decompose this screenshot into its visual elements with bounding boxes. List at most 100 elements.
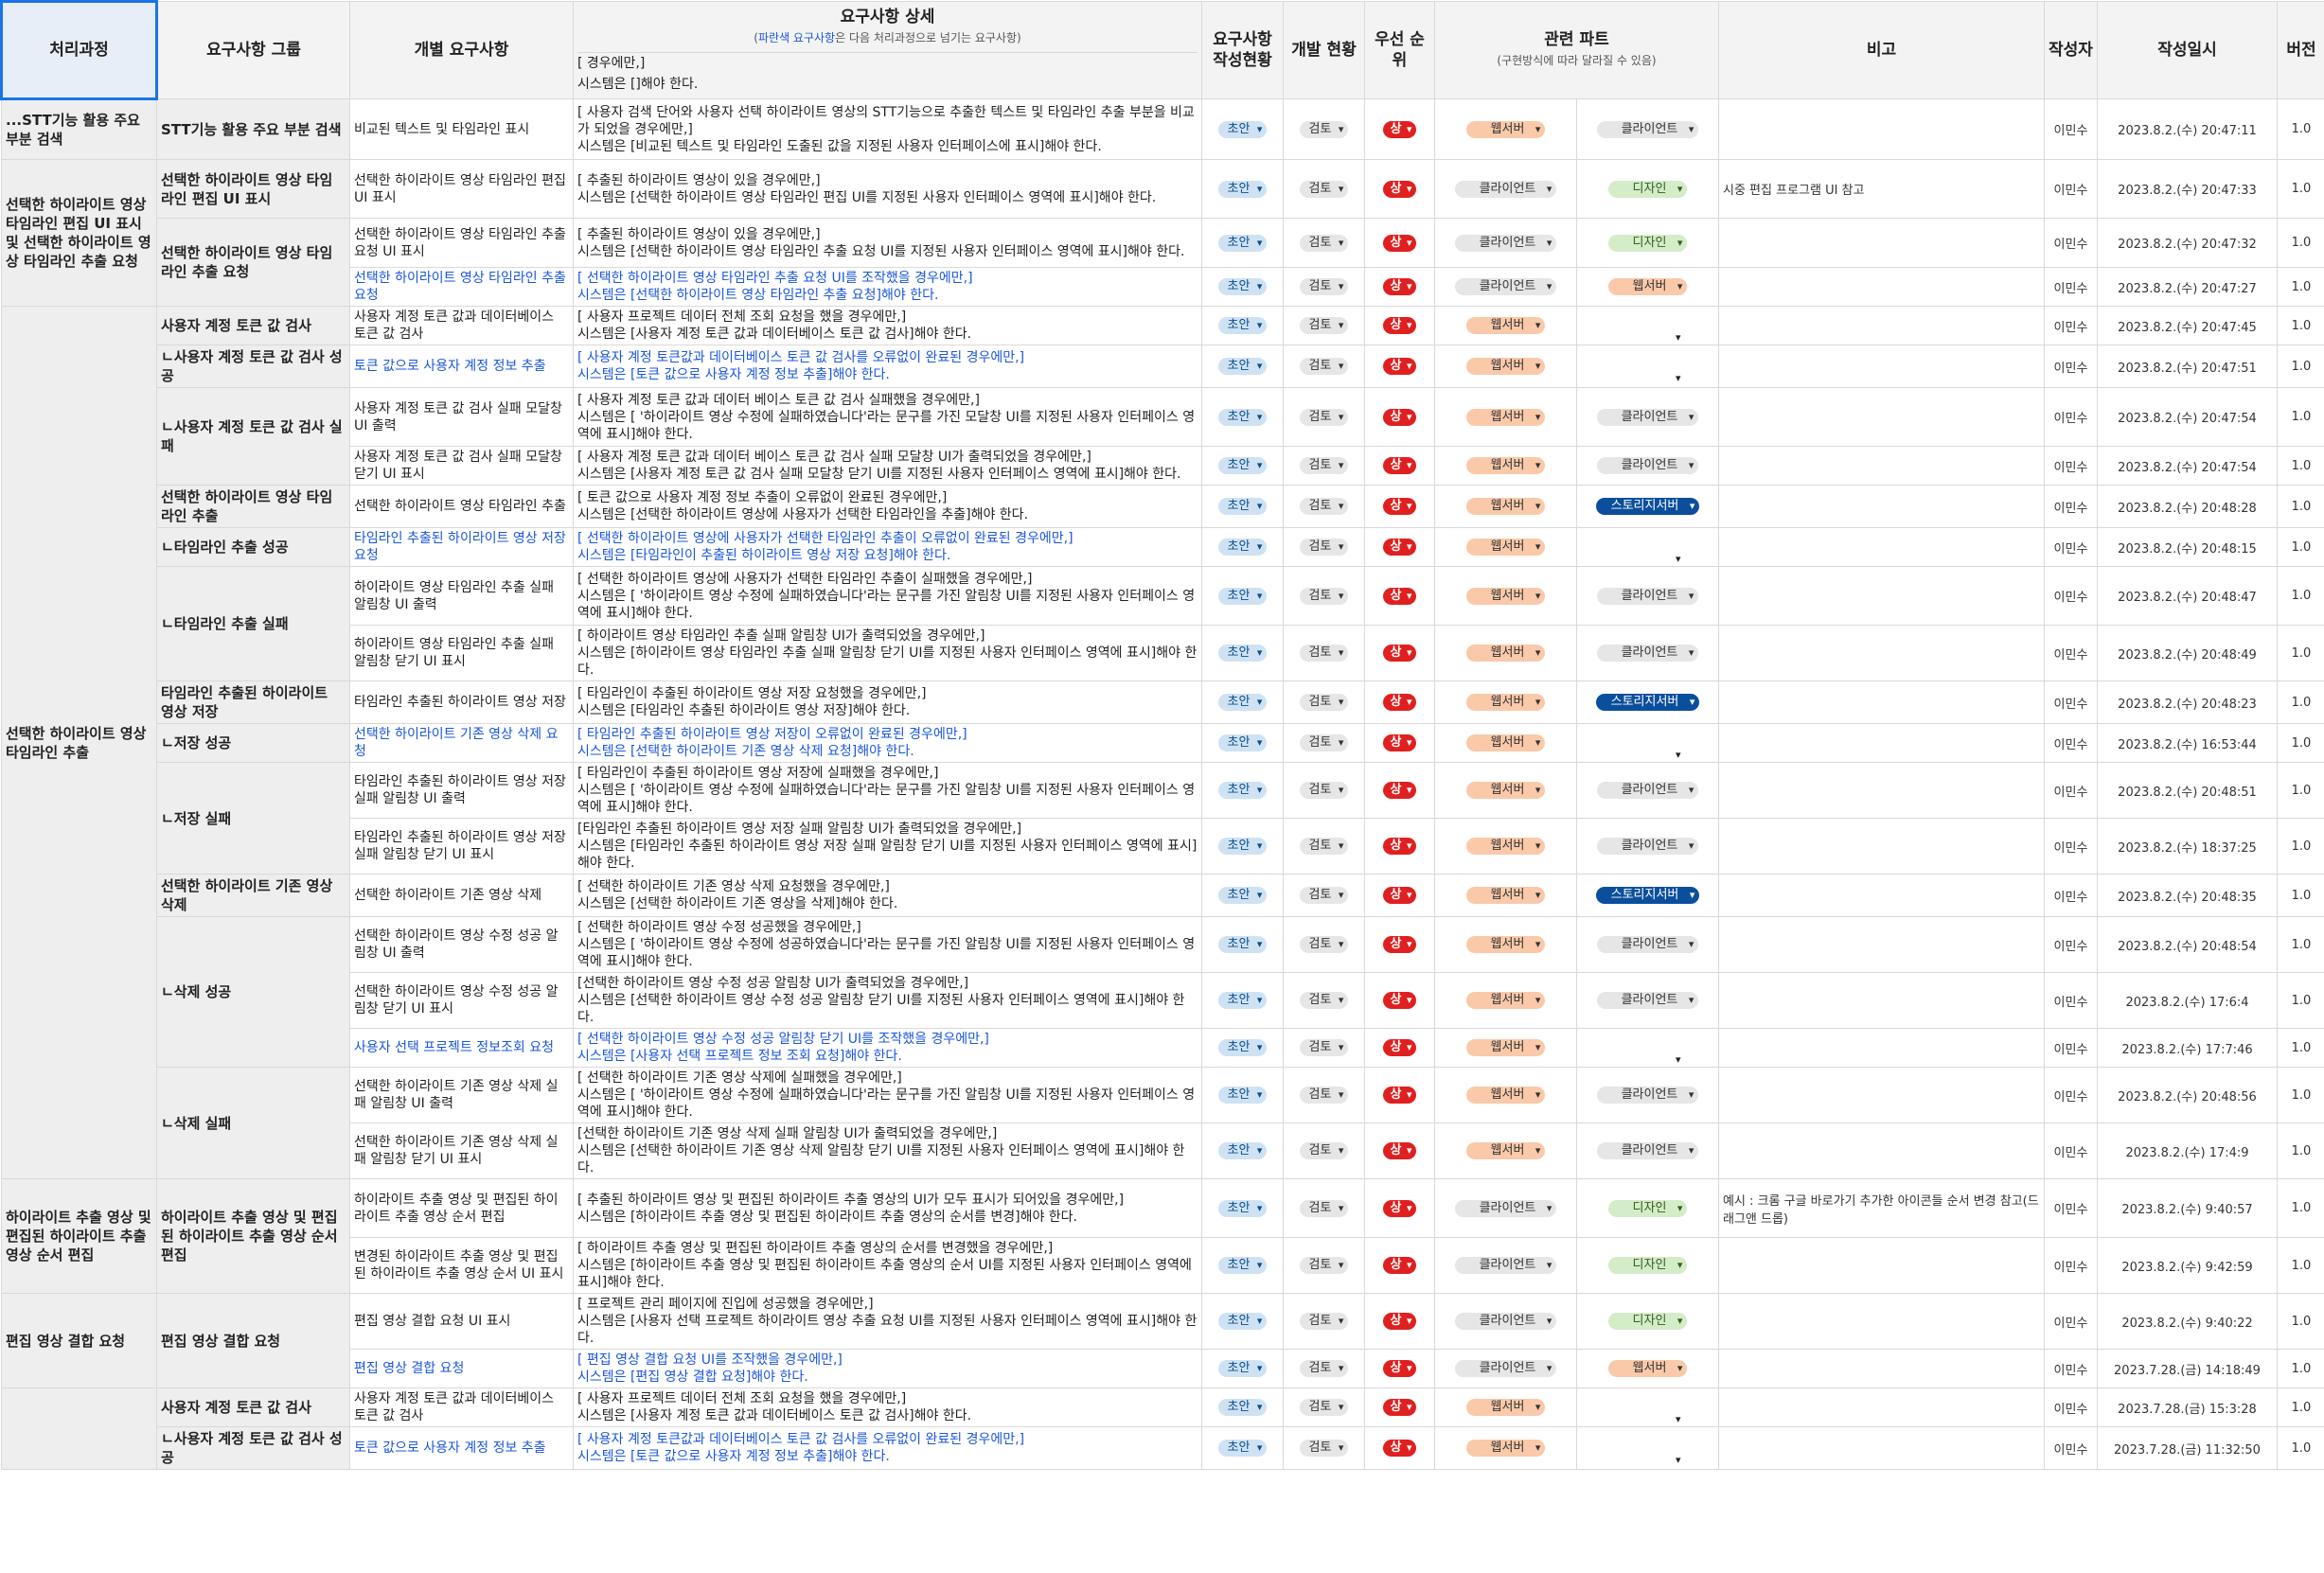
part1-dropdown[interactable]: 웹서버 xyxy=(1465,317,1546,334)
header-individual[interactable]: 개별 요구사항 xyxy=(349,1,574,99)
part2-cell[interactable]: 클라이언트 xyxy=(1576,625,1719,681)
dev-status-dropdown[interactable]: 검토 xyxy=(1299,120,1349,138)
part1-dropdown[interactable]: 클라이언트 xyxy=(1454,234,1557,252)
detail-cell[interactable]: [ 추출된 하이라이트 영상이 있을 경우에만,] 시스템은 [선택한 하이라이… xyxy=(573,218,1202,268)
part1-cell[interactable]: 웹서버 xyxy=(1434,1387,1577,1427)
dev-cell[interactable]: 검토 xyxy=(1283,446,1365,486)
date-cell[interactable]: 2023.7.28.(금) 15:3:28 xyxy=(2097,1387,2278,1427)
version-cell[interactable]: 1.0 xyxy=(2277,345,2324,388)
part2-cell[interactable]: 클라이언트 xyxy=(1576,1067,1719,1123)
status-dropdown[interactable]: 초안 xyxy=(1217,992,1268,1009)
part1-dropdown[interactable]: 웹서버 xyxy=(1465,498,1546,515)
version-cell[interactable]: 1.0 xyxy=(2277,1387,2324,1427)
version-cell[interactable]: 1.0 xyxy=(2277,485,2324,528)
status-cell[interactable]: 초안 xyxy=(1201,874,1284,917)
author-cell[interactable]: 이민수 xyxy=(2044,625,2098,681)
part2-cell[interactable] xyxy=(1576,723,1719,763)
author-cell[interactable]: 이민수 xyxy=(2044,566,2098,626)
part1-dropdown[interactable]: 웹서버 xyxy=(1465,887,1546,904)
status-dropdown[interactable]: 초안 xyxy=(1217,1087,1268,1104)
process-cell[interactable]: 하이라이트 추출 영상 및 편집된 하이라이트 추출 영상 순서 편집 xyxy=(1,1178,157,1294)
detail-cell[interactable]: [ 사용자 프로젝트 데이터 전체 조회 요청을 했을 경우에만,] 시스템은 … xyxy=(573,306,1202,345)
author-cell[interactable]: 이민수 xyxy=(2044,527,2098,567)
priority-dropdown[interactable]: 상 xyxy=(1382,278,1417,295)
group-cell[interactable]: ㄴ사용자 계정 토큰 값 검사 실패 xyxy=(156,387,350,486)
version-cell[interactable]: 1.0 xyxy=(2277,566,2324,626)
individual-cell[interactable]: 타임라인 추출된 하이라이트 영상 저장 실패 알림창 닫기 UI 표시 xyxy=(349,818,574,875)
status-cell[interactable]: 초안 xyxy=(1201,1122,1284,1179)
version-cell[interactable]: 1.0 xyxy=(2277,723,2324,763)
version-cell[interactable]: 1.0 xyxy=(2277,762,2324,819)
priority-cell[interactable]: 상 xyxy=(1364,387,1435,447)
dev-status-dropdown[interactable]: 검토 xyxy=(1299,838,1349,855)
dev-cell[interactable]: 검토 xyxy=(1283,1122,1365,1179)
detail-cell[interactable]: [ 선택한 하이라이트 영상에 사용자가 선택한 타임라인 추출이 오류없이 완… xyxy=(573,527,1202,567)
version-cell[interactable]: 1.0 xyxy=(2277,625,2324,681)
author-cell[interactable]: 이민수 xyxy=(2044,306,2098,345)
group-cell[interactable]: 사용자 계정 토큰 값 검사 xyxy=(156,306,350,345)
dev-cell[interactable]: 검토 xyxy=(1283,267,1365,307)
author-cell[interactable]: 이민수 xyxy=(2044,1293,2098,1350)
status-dropdown[interactable]: 초안 xyxy=(1217,457,1268,474)
date-cell[interactable]: 2023.8.2.(수) 20:47:51 xyxy=(2097,345,2278,388)
group-cell[interactable]: 타임라인 추출된 하이라이트 영상 저장 xyxy=(156,680,350,724)
part2-cell[interactable]: 클라이언트 xyxy=(1576,818,1719,875)
date-cell[interactable]: 2023.8.2.(수) 20:47:45 xyxy=(2097,306,2278,345)
priority-dropdown[interactable]: 상 xyxy=(1382,992,1417,1009)
priority-dropdown[interactable]: 상 xyxy=(1382,498,1417,515)
individual-cell[interactable]: 사용자 계정 토큰 값 검사 실패 모달창 UI 출력 xyxy=(349,387,574,447)
dev-status-dropdown[interactable]: 검토 xyxy=(1299,936,1349,953)
dev-cell[interactable]: 검토 xyxy=(1283,527,1365,567)
author-cell[interactable]: 이민수 xyxy=(2044,1387,2098,1427)
priority-cell[interactable]: 상 xyxy=(1364,306,1435,345)
status-cell[interactable]: 초안 xyxy=(1201,680,1284,724)
dev-cell[interactable]: 검토 xyxy=(1283,762,1365,819)
dev-status-dropdown[interactable]: 검토 xyxy=(1299,539,1349,556)
individual-cell[interactable]: 타임라인 추출된 하이라이트 영상 저장 실패 알림창 UI 출력 xyxy=(349,762,574,819)
part1-dropdown[interactable]: 웹서버 xyxy=(1465,694,1546,711)
version-cell[interactable]: 1.0 xyxy=(2277,387,2324,447)
priority-dropdown[interactable]: 상 xyxy=(1382,1313,1417,1330)
author-cell[interactable]: 이민수 xyxy=(2044,387,2098,447)
status-dropdown[interactable]: 초안 xyxy=(1217,1440,1268,1457)
part1-dropdown[interactable]: 웹서버 xyxy=(1465,936,1546,953)
status-cell[interactable]: 초안 xyxy=(1201,1349,1284,1388)
part1-cell[interactable]: 웹서버 xyxy=(1434,680,1577,724)
date-cell[interactable]: 2023.8.2.(수) 20:47:33 xyxy=(2097,159,2278,219)
version-cell[interactable]: 1.0 xyxy=(2277,98,2324,160)
dev-cell[interactable]: 검토 xyxy=(1283,1028,1365,1068)
dev-status-dropdown[interactable]: 검토 xyxy=(1299,234,1349,252)
date-cell[interactable]: 2023.8.2.(수) 20:48:54 xyxy=(2097,916,2278,973)
priority-dropdown[interactable]: 상 xyxy=(1382,694,1417,711)
priority-dropdown[interactable]: 상 xyxy=(1382,317,1417,334)
status-dropdown[interactable]: 초안 xyxy=(1217,1313,1268,1330)
part2-dropdown[interactable]: 웹서버 xyxy=(1607,1360,1688,1377)
part1-dropdown[interactable]: 클라이언트 xyxy=(1454,180,1557,198)
version-cell[interactable]: 1.0 xyxy=(2277,916,2324,973)
dev-cell[interactable]: 검토 xyxy=(1283,818,1365,875)
detail-cell[interactable]: [ 타임라인 추출된 하이라이트 영상 저장이 오류없이 완료된 경우에만,] … xyxy=(573,723,1202,763)
date-cell[interactable]: 2023.8.2.(수) 20:47:54 xyxy=(2097,387,2278,447)
part2-dropdown[interactable]: 스토리지서버 xyxy=(1595,498,1700,515)
author-cell[interactable]: 이민수 xyxy=(2044,218,2098,268)
status-dropdown[interactable]: 초안 xyxy=(1217,1199,1268,1217)
dev-status-dropdown[interactable]: 검토 xyxy=(1299,1360,1349,1377)
note-cell[interactable] xyxy=(1718,345,2045,388)
dev-status-dropdown[interactable]: 검토 xyxy=(1299,734,1349,751)
part2-cell[interactable]: 클라이언트 xyxy=(1576,98,1719,160)
status-cell[interactable]: 초안 xyxy=(1201,762,1284,819)
detail-cell[interactable]: [ 하이라이트 영상 타임라인 추출 실패 알림창 UI가 출력되었을 경우에만… xyxy=(573,625,1202,681)
part2-dropdown[interactable]: 클라이언트 xyxy=(1596,408,1699,426)
version-cell[interactable]: 1.0 xyxy=(2277,1293,2324,1350)
dev-cell[interactable]: 검토 xyxy=(1283,1237,1365,1294)
priority-cell[interactable]: 상 xyxy=(1364,98,1435,160)
version-cell[interactable]: 1.0 xyxy=(2277,1426,2324,1470)
part1-dropdown[interactable]: 웹서버 xyxy=(1465,1039,1546,1056)
date-cell[interactable]: 2023.8.2.(수) 20:48:35 xyxy=(2097,874,2278,917)
note-cell[interactable] xyxy=(1718,874,2045,917)
priority-cell[interactable]: 상 xyxy=(1364,1178,1435,1238)
header-note[interactable]: 비고 xyxy=(1718,1,2045,99)
priority-dropdown[interactable]: 상 xyxy=(1382,838,1417,855)
status-dropdown[interactable]: 초안 xyxy=(1217,1360,1268,1377)
part2-cell[interactable] xyxy=(1576,345,1719,388)
